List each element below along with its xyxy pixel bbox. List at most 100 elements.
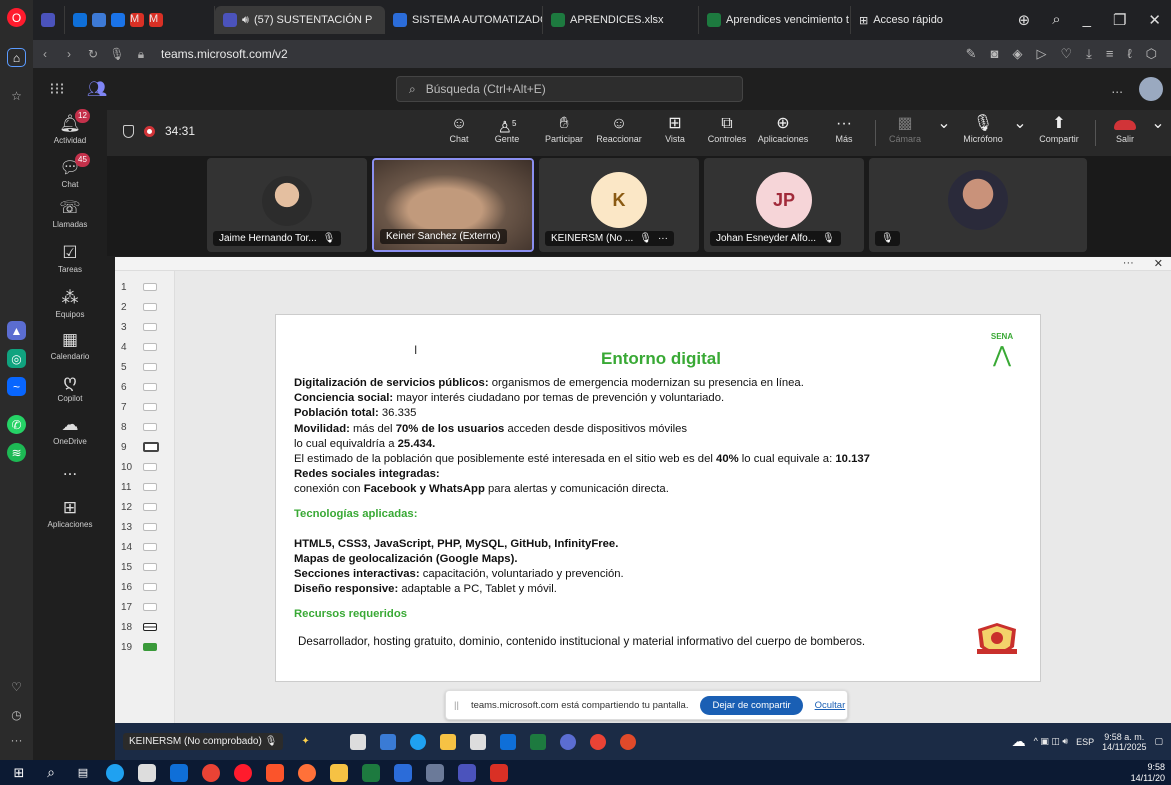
menu-icon[interactable]: ≡ [1106, 46, 1114, 62]
slide-thumbnail[interactable]: 2 [121, 299, 171, 315]
new-tab-icon[interactable]: ⊕ [1018, 11, 1031, 29]
search-tabs-icon[interactable]: ⌕ [1052, 11, 1060, 29]
raise-hand-button[interactable]: ✋︎ Participar [539, 114, 589, 144]
mic-button[interactable]: 🎙︎ Micrófono [955, 114, 1011, 144]
settings-more-icon[interactable]: ... [1111, 80, 1123, 96]
history-icon[interactable]: ◷ [7, 705, 26, 724]
heart-icon[interactable]: ♡ [7, 677, 26, 696]
app-calls[interactable]: ☏ Llamadas [33, 198, 107, 229]
files-icon[interactable] [330, 763, 348, 782]
participant-tile[interactable]: 🎙︎ [869, 158, 1087, 252]
search-input[interactable]: ⌕ Búsqueda (Ctrl+Alt+E) [396, 76, 743, 102]
heart-icon[interactable]: ♡ [1060, 46, 1072, 62]
slide-thumbnail[interactable]: 3 [121, 319, 171, 335]
tab-aprendices[interactable]: APRENDICES.xlsx [543, 6, 699, 34]
app-teams[interactable]: ⁂ Equipos [33, 288, 107, 319]
spotify-icon[interactable]: ≋ [7, 443, 26, 462]
mic-options-chevron[interactable]: ⌄ [1013, 114, 1027, 134]
drag-handle-icon[interactable]: || [454, 700, 459, 711]
slide-thumbnail[interactable]: 6 [121, 379, 171, 395]
drive-icon[interactable] [111, 13, 125, 27]
app-activity[interactable]: 🔔︎ 12 Actividad [33, 109, 107, 145]
tab-teams[interactable]: 🔊︎ (57) SUSTENTACIÓN P [215, 6, 385, 34]
app-icon[interactable] [394, 763, 412, 782]
chat-button[interactable]: ☺ Chat [439, 114, 479, 144]
view-button[interactable]: ⊞ Vista [655, 114, 695, 144]
back-icon[interactable]: ‹ [33, 47, 57, 61]
user-avatar[interactable] [1139, 77, 1163, 101]
teams-icon[interactable] [458, 763, 476, 782]
app-applications[interactable]: ⊞ Aplicaciones [33, 498, 107, 529]
share-button[interactable]: ⬆ Compartir [1031, 114, 1087, 144]
outlook-icon[interactable] [73, 13, 87, 27]
camera-button[interactable]: ▩ Cámara [885, 114, 925, 144]
slide-thumbnail[interactable]: 1 [121, 279, 171, 295]
app-more[interactable]: ... [33, 460, 107, 482]
slide-thumbnail[interactable]: 5 [121, 359, 171, 375]
tab-aprendices-vencimiento[interactable]: Aprendices vencimiento t [699, 6, 851, 34]
chatgpt-icon[interactable]: ◎ [7, 349, 26, 368]
messenger-icon[interactable]: ~ [7, 377, 26, 396]
aria-icon[interactable]: ▲ [7, 321, 26, 340]
stop-sharing-button[interactable]: Dejar de compartir [700, 695, 803, 715]
slide-thumbnail[interactable]: 9 [121, 439, 171, 455]
home-icon[interactable]: ⌂ [7, 48, 26, 67]
shield-icon[interactable]: ◈ [1012, 46, 1022, 62]
slide-thumbnail[interactable]: 8 [121, 419, 171, 435]
participant-tile-active[interactable]: Keiner Sanchez (Externo) [372, 158, 534, 252]
close-icon[interactable]: ✕ [1148, 11, 1161, 29]
more-icon[interactable]: ··· [658, 233, 668, 244]
more-icon[interactable]: ··· [1123, 257, 1134, 270]
apps-button[interactable]: ⊕ Aplicaciones [753, 114, 813, 144]
slide-thumbnail[interactable]: 12 [121, 499, 171, 515]
opera-logo-icon[interactable]: O [7, 8, 26, 27]
people-button[interactable]: ♙5 Gente [487, 114, 527, 144]
participant-tile[interactable]: JP Johan Esneyder Alfo... 🎙︎ [704, 158, 864, 252]
extensions-icon[interactable]: ⬡ [1146, 46, 1157, 62]
forward-icon[interactable]: › [57, 47, 81, 61]
app-calendar[interactable]: ▦ Calendario [33, 330, 107, 361]
app-chat[interactable]: 💬︎ 45 Chat [33, 153, 107, 189]
camera-icon[interactable]: ◙ [991, 46, 999, 62]
profile-icon[interactable]: ℓ [1127, 46, 1131, 62]
app-copilot[interactable]: ღ Copilot [33, 372, 107, 403]
lock-icon[interactable]: 🔒︎ [129, 47, 153, 62]
reload-icon[interactable]: ↻ [81, 47, 105, 61]
search-icon[interactable]: ⌕ [42, 764, 60, 782]
slide-thumbnail[interactable]: 11 [121, 479, 171, 495]
windows-start-icon[interactable]: ⊞ [10, 764, 28, 782]
tab-acceso-rapido[interactable]: ⊞ Acceso rápido [851, 6, 961, 34]
whatsapp-icon[interactable]: ✆ [7, 415, 26, 434]
participant-tile[interactable]: Jaime Hernando Tor... 🎙︎ [207, 158, 367, 252]
slide-thumbnail[interactable]: 15 [121, 559, 171, 575]
download-icon[interactable]: ⤓ [1086, 46, 1092, 62]
controls-button[interactable]: ⧉ Controles [703, 114, 751, 144]
participant-tile[interactable]: K KEINERSM (No ... 🎙︎ ··· [539, 158, 699, 252]
more-button[interactable]: ··· Más [829, 114, 859, 144]
leave-options-chevron[interactable]: ⌄ [1151, 114, 1165, 134]
slide-thumbnail[interactable]: 19 [121, 639, 171, 655]
forms-icon[interactable] [92, 13, 106, 27]
store-icon[interactable] [138, 763, 156, 782]
outlook-icon[interactable] [170, 763, 188, 782]
slide-thumbnail[interactable]: 4 [121, 339, 171, 355]
slide-thumbnail[interactable]: 7 [121, 399, 171, 415]
bookmarks-icon[interactable]: ☆ [7, 86, 26, 105]
mic-permission-icon[interactable]: 🎙︎ [105, 47, 129, 61]
teams-logo-icon[interactable]: 👥︎ [81, 79, 113, 99]
slide-thumbnail[interactable]: 16 [121, 579, 171, 595]
slide-thumbnail[interactable]: 18 [121, 619, 171, 635]
slide-thumbnail[interactable]: 17 [121, 599, 171, 615]
edit-icon[interactable]: ✎ [966, 46, 977, 62]
send-icon[interactable]: ▷ [1036, 46, 1046, 62]
app-launcher-icon[interactable]: ⁝⁝⁝ [41, 79, 73, 99]
acrobat-icon[interactable] [490, 763, 508, 782]
slide-thumbnail[interactable]: 14 [121, 539, 171, 555]
opera-icon[interactable] [234, 763, 252, 782]
firefox-icon[interactable] [298, 763, 316, 782]
taskview-icon[interactable]: ▤ [74, 764, 92, 782]
leave-button[interactable]: Salir [1105, 114, 1145, 144]
camera-options-chevron[interactable]: ⌄ [937, 114, 951, 134]
edge-icon[interactable] [106, 763, 124, 782]
calculator-icon[interactable] [426, 763, 444, 782]
